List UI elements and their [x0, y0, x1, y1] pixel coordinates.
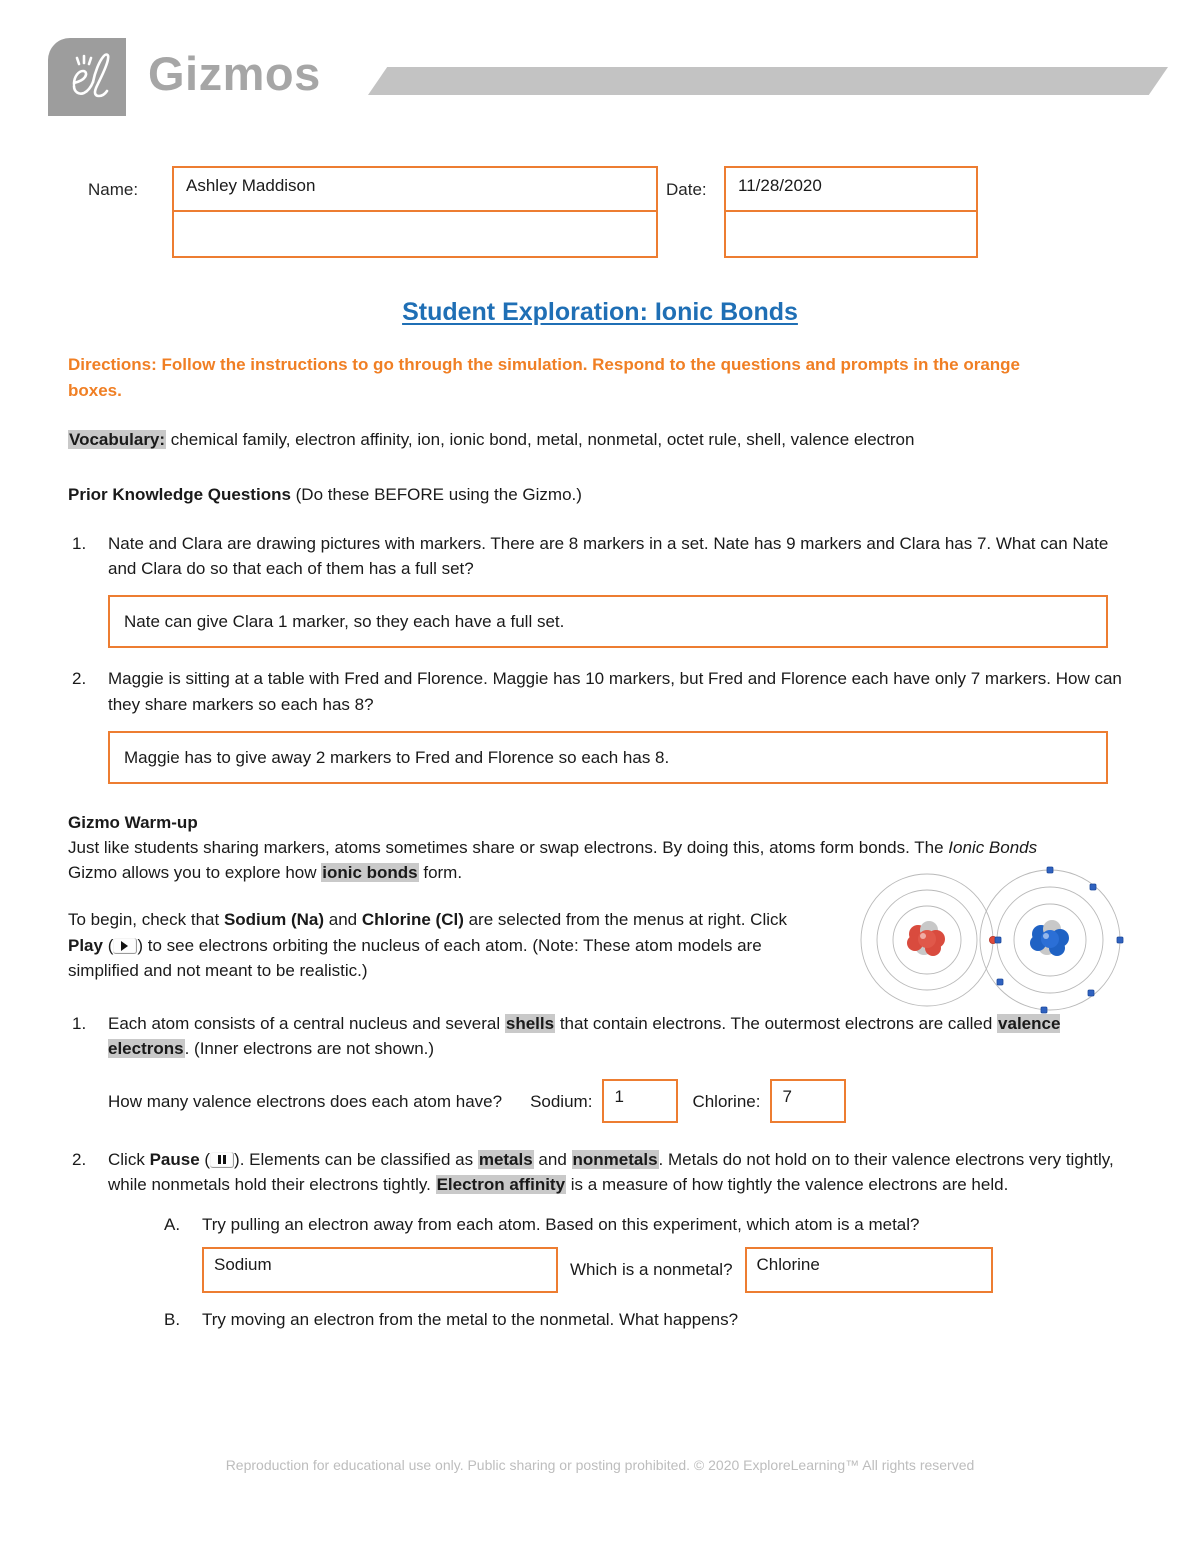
sodium-chlorine-atom-diagram	[832, 866, 1132, 1014]
brand-ribbon-decoration	[368, 67, 1168, 95]
sub-list-item-letter: A.	[164, 1214, 181, 1234]
vocabulary-terms: chemical family, electron affinity, ion,…	[166, 429, 915, 449]
document-body: Directions: Follow the instructions to g…	[68, 352, 1132, 1346]
play-icon[interactable]	[113, 937, 138, 954]
metal-nonmetal-answer-row: Sodium Which is a nonmetal? Chlorine	[202, 1246, 1132, 1293]
warmup-p2-play-bold: Play	[68, 935, 103, 955]
question-text: Nate and Clara are drawing pictures with…	[108, 534, 1109, 579]
pause-icon[interactable]	[210, 1152, 235, 1169]
list-item-number: 1.	[72, 534, 87, 553]
brand-wordmark: Gizmos	[148, 47, 321, 100]
sodium-label: Sodium:	[530, 1091, 593, 1111]
gizmo-warmup-heading: Gizmo Warm-up	[68, 812, 198, 832]
question-text: Maggie is sitting at a table with Fred a…	[108, 669, 1122, 714]
prior-knowledge-heading-bold: Prior Knowledge Questions	[68, 484, 291, 504]
gizmo-warmup-paragraph-2: To begin, check that Sodium (Na) and Chl…	[68, 907, 808, 982]
date-field[interactable]: 11/28/2020	[724, 166, 978, 212]
date-field-secondary[interactable]	[724, 212, 978, 258]
sub-question-text: Try pulling an electron away from each a…	[202, 1214, 920, 1234]
warmup-p1-c: form.	[418, 863, 463, 883]
chlorine-label: Chlorine:	[692, 1091, 761, 1111]
nonmetal-answer-field[interactable]: Chlorine	[744, 1246, 993, 1293]
list-item: 2. Maggie is sitting at a table with Fre…	[68, 666, 1132, 784]
list-item: 1. Each atom consists of a central nucle…	[68, 1011, 1132, 1124]
list-item: 2. Click Pause ( ). Elements can be class…	[68, 1147, 1132, 1332]
sub-question-text: Try moving an electron from the metal to…	[202, 1309, 739, 1329]
vocabulary-line: Vocabulary: chemical family, electron af…	[68, 427, 1078, 452]
question-text: Each atom consists of a central nucleus …	[108, 1011, 1132, 1061]
name-date-header-table: Name: Ashley Maddison Date: 11/28/2020	[70, 166, 1030, 258]
answer-box[interactable]: Nate can give Clara 1 marker, so they ea…	[108, 595, 1108, 649]
warmup-p1-b: Gizmo allows you to explore how	[68, 863, 322, 883]
warmup-p1-italic: Ionic Bonds	[948, 838, 1038, 858]
sub-question-list: A. Try pulling an electron away from eac…	[164, 1212, 1132, 1332]
warmup-p2-e: ) to see electrons orbiting the nucleus …	[68, 935, 762, 980]
valence-electron-answer-row: How many valence electrons does each ato…	[108, 1079, 1132, 1124]
question-text: Click Pause ( ). Elements can be classifi…	[108, 1147, 1132, 1197]
valence-prompt: How many valence electrons does each ato…	[108, 1091, 503, 1111]
q2-pause-bold: Pause	[149, 1150, 200, 1170]
q2-text-d: and	[533, 1150, 572, 1170]
gizmo-question-list: 1. Each atom consists of a central nucle…	[68, 1011, 1132, 1332]
warmup-p2-chlorine-bold: Chlorine (Cl)	[361, 910, 464, 930]
warmup-p2-d: (	[102, 935, 114, 955]
prior-knowledge-question-list: 1. Nate and Clara are drawing pictures w…	[68, 531, 1132, 784]
q1-text-b: that contain electrons. The outermost el…	[555, 1013, 998, 1033]
warmup-p1-a: Just like students sharing markers, atom…	[68, 838, 949, 858]
list-item-number: 2.	[72, 669, 87, 689]
footer-copyright: Reproduction for educational use only. P…	[225, 1457, 975, 1473]
list-item-number: 2.	[72, 1150, 87, 1170]
metal-answer-field[interactable]: Sodium	[202, 1246, 558, 1293]
directions-text: Directions: Follow the instructions to g…	[68, 355, 1020, 401]
chlorine-valence-field[interactable]: 7	[770, 1079, 847, 1124]
q2-text-f: is a measure of how tightly the valence …	[566, 1175, 1009, 1195]
warmup-p2-a: To begin, check that	[68, 910, 224, 930]
q2-text-a: Click	[108, 1150, 150, 1170]
explorelearning-el-logo-icon	[48, 38, 126, 116]
sub-list-item-letter: B.	[164, 1309, 181, 1329]
nonmetal-prompt-label: Which is a nonmetal?	[570, 1260, 733, 1280]
sodium-valence-field[interactable]: 1	[602, 1079, 679, 1124]
name-field[interactable]: Ashley Maddison	[172, 166, 658, 212]
q2-highlight-nonmetals: nonmetals	[571, 1150, 659, 1170]
q2-highlight-electron-affinity: Electron affinity	[435, 1175, 567, 1195]
vocabulary-label: Vocabulary:	[68, 429, 167, 449]
q1-text-c: . (Inner electrons are not shown.)	[184, 1039, 435, 1059]
gizmo-warmup-section: Gizmo Warm-up Just like students sharing…	[68, 810, 1132, 1014]
prior-knowledge-heading-rest: (Do these BEFORE using the Gizmo.)	[290, 484, 582, 504]
q2-highlight-metals: metals	[477, 1150, 534, 1170]
date-label: Date:	[666, 180, 707, 199]
warmup-p2-b: and	[324, 910, 362, 930]
name-label: Name:	[88, 180, 139, 199]
name-field-secondary[interactable]	[172, 212, 658, 258]
page-title: Student Exploration: Ionic Bonds	[402, 298, 798, 326]
warmup-p2-sodium-bold: Sodium (Na)	[223, 910, 325, 930]
warmup-p1-highlight: ionic bonds	[321, 863, 419, 883]
prior-knowledge-heading: Prior Knowledge Questions (Do these BEFO…	[68, 482, 1132, 507]
warmup-p2-c: are selected from the menus at right. Cl…	[463, 910, 787, 930]
q2-text-b: (	[199, 1150, 211, 1170]
sub-list-item: A. Try pulling an electron away from eac…	[164, 1212, 1132, 1293]
brand-header: Gizmos	[0, 0, 1200, 140]
q1-highlight-shells: shells	[504, 1013, 556, 1033]
list-item-number: 1.	[72, 1013, 87, 1033]
q1-text-a: Each atom consists of a central nucleus …	[108, 1013, 505, 1033]
answer-box[interactable]: Maggie has to give away 2 markers to Fre…	[108, 730, 1108, 784]
list-item: 1. Nate and Clara are drawing pictures w…	[68, 531, 1132, 649]
q2-text-c: ). Elements can be classified as	[234, 1150, 478, 1170]
sub-list-item: B. Try moving an electron from the metal…	[164, 1307, 1132, 1332]
